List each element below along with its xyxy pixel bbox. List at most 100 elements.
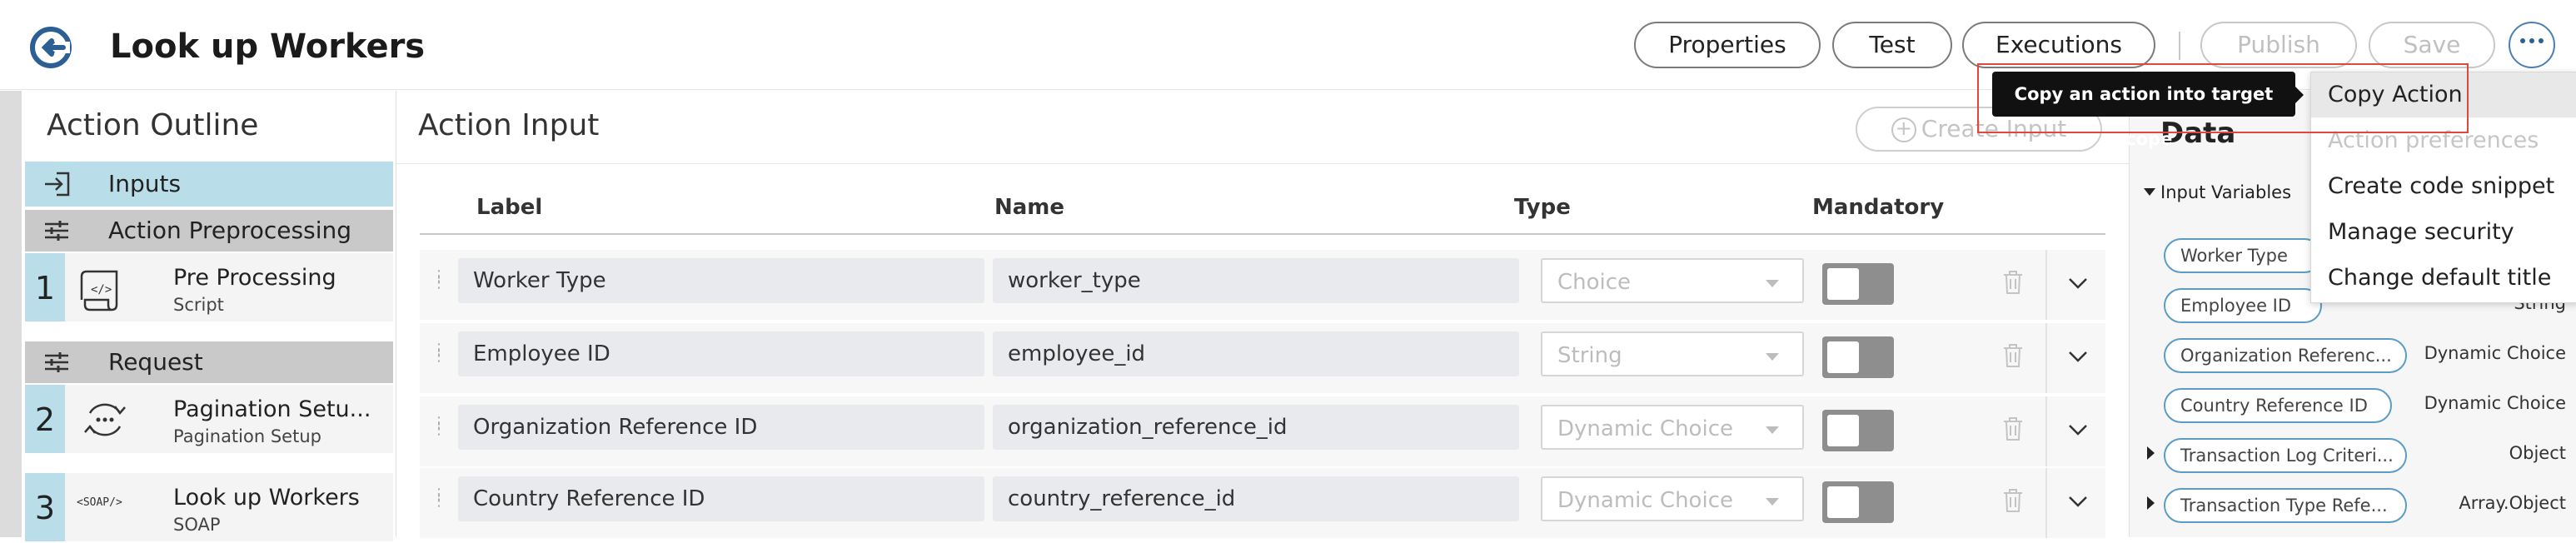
step-name: Look up Workers [173, 485, 360, 511]
executions-button[interactable]: Executions [1962, 22, 2155, 68]
outline-item-label: Inputs [108, 170, 182, 197]
left-rail [0, 91, 22, 537]
mandatory-toggle[interactable] [1822, 263, 1894, 305]
chevron-down-icon [1766, 280, 1779, 287]
variable-pill[interactable]: Worker Type [2164, 238, 2322, 273]
soap-icon: <SOAP/> [77, 496, 122, 509]
save-button[interactable]: Save [2369, 22, 2495, 68]
variable-pill[interactable]: Transaction Type Refe... [2164, 488, 2407, 523]
variable-pill[interactable]: Organization Referenc... [2164, 338, 2407, 373]
action-input-title: Action Input [418, 108, 600, 142]
chevron-down-icon[interactable] [2067, 493, 2089, 510]
plus-circle-icon: + [1891, 117, 1916, 142]
name-field[interactable]: employee_id [993, 331, 1519, 376]
mandatory-toggle[interactable] [1822, 410, 1894, 451]
type-select[interactable]: Choice [1541, 258, 1804, 303]
step-name: Pagination Setu... [173, 396, 371, 422]
menu-item-manage-security[interactable]: Manage security [2311, 210, 2576, 255]
label-field[interactable]: Employee ID [458, 331, 984, 376]
menu-item-create-code-snippet[interactable]: Create code snippet [2311, 164, 2576, 209]
trash-icon[interactable] [2002, 343, 2024, 368]
variable-type: Dynamic Choice [2424, 343, 2566, 363]
drag-handle-icon[interactable]: ⋮ ⋮ [431, 416, 446, 441]
variable-row: Transaction Log Criteri... Object [2129, 433, 2576, 480]
row-divider [2045, 250, 2047, 320]
chevron-down-icon [1766, 498, 1779, 506]
trash-icon[interactable] [2002, 270, 2024, 295]
outline-step-1[interactable]: 1 </> Pre Processing Script [25, 253, 393, 323]
column-header-name: Name [994, 195, 1065, 220]
divider [396, 163, 2157, 164]
outline-step-2[interactable]: 2 Pagination Setu... Pagination Setup [25, 385, 393, 455]
input-variables-section[interactable]: Input Variables [2160, 180, 2291, 205]
mandatory-toggle[interactable] [1822, 481, 1894, 523]
variable-pill[interactable]: Transaction Log Criteri... [2164, 438, 2407, 473]
row-divider [2045, 323, 2047, 393]
variable-row: Country Reference ID Dynamic Choice [2129, 383, 2576, 430]
chevron-down-icon[interactable] [2067, 421, 2089, 438]
more-options-button[interactable] [2509, 22, 2555, 68]
mandatory-toggle[interactable] [1822, 336, 1894, 378]
name-field[interactable]: organization_reference_id [993, 405, 1519, 450]
toggle-knob [1827, 415, 1859, 446]
step-number: 2 [25, 385, 65, 453]
input-icon [45, 172, 70, 197]
step-number: 1 [25, 253, 65, 321]
properties-button[interactable]: Properties [1634, 22, 1821, 68]
label-field[interactable]: Organization Reference ID [458, 405, 984, 450]
type-select[interactable]: String [1541, 331, 1804, 376]
arrow-back-circle-icon[interactable] [28, 25, 73, 70]
input-row: ⋮ ⋮ Country Reference ID country_referenc… [420, 468, 2105, 538]
svg-text:</>: </> [91, 283, 112, 296]
variable-pill[interactable]: Employee ID [2164, 288, 2322, 323]
outline-step-3[interactable]: 3 <SOAP/> Look up Workers SOAP [25, 473, 393, 543]
type-value: Choice [1557, 270, 1632, 295]
toggle-knob [1827, 486, 1859, 518]
publish-button[interactable]: Publish [2200, 22, 2357, 68]
variable-pill[interactable]: Country Reference ID [2164, 388, 2392, 423]
script-icon: </> [80, 270, 118, 311]
caret-right-icon[interactable] [2147, 446, 2155, 460]
variable-row: Transaction Type Refe... Array.Object [2129, 483, 2576, 530]
outline-section-label: Action Preprocessing [108, 217, 352, 244]
chevron-down-icon[interactable] [2067, 275, 2089, 291]
type-select[interactable]: Dynamic Choice [1541, 405, 1804, 450]
type-value: String [1557, 343, 1622, 368]
menu-item-change-default-title[interactable]: Change default title [2311, 256, 2576, 301]
toggle-knob [1827, 268, 1859, 300]
row-divider [2045, 468, 2047, 538]
highlight-box [1977, 63, 2469, 133]
name-field[interactable]: worker_type [993, 258, 1519, 303]
drag-handle-icon[interactable]: ⋮ ⋮ [431, 487, 446, 513]
drag-handle-icon[interactable]: ⋮ ⋮ [431, 269, 446, 295]
column-header-label: Label [476, 195, 543, 220]
outline-section-label: Request [108, 348, 203, 376]
chevron-down-icon [1766, 426, 1779, 434]
caret-right-icon[interactable] [2147, 496, 2155, 510]
label-field[interactable]: Country Reference ID [458, 476, 984, 521]
outline-section-preprocessing[interactable]: Action Preprocessing [25, 210, 393, 252]
step-number: 3 [25, 473, 65, 541]
outline-section-request[interactable]: Request [25, 341, 393, 383]
sliders-icon [45, 221, 68, 241]
step-type: Script [173, 295, 224, 315]
toggle-knob [1827, 341, 1859, 373]
row-divider [2045, 396, 2047, 466]
name-field[interactable]: country_reference_id [993, 476, 1519, 521]
page-title: Look up Workers [110, 27, 426, 66]
trash-icon[interactable] [2002, 488, 2024, 513]
drag-handle-icon[interactable]: ⋮ ⋮ [431, 342, 446, 368]
test-button[interactable]: Test [1832, 22, 1952, 68]
pagination-loop-icon [84, 403, 126, 436]
type-select[interactable]: Dynamic Choice [1541, 476, 1804, 521]
trash-icon[interactable] [2002, 416, 2024, 441]
caret-down-icon[interactable] [2144, 188, 2155, 196]
step-type: Pagination Setup [173, 426, 321, 446]
label-field[interactable]: Worker Type [458, 258, 984, 303]
type-value: Dynamic Choice [1557, 416, 1733, 441]
outline-item-inputs[interactable]: Inputs [25, 162, 393, 207]
input-row: ⋮ ⋮ Organization Reference ID organizatio… [420, 396, 2105, 466]
chevron-down-icon[interactable] [2067, 348, 2089, 365]
input-row: ⋮ ⋮ Worker Type worker_type Choice [420, 250, 2105, 320]
chevron-down-icon [1766, 353, 1779, 361]
